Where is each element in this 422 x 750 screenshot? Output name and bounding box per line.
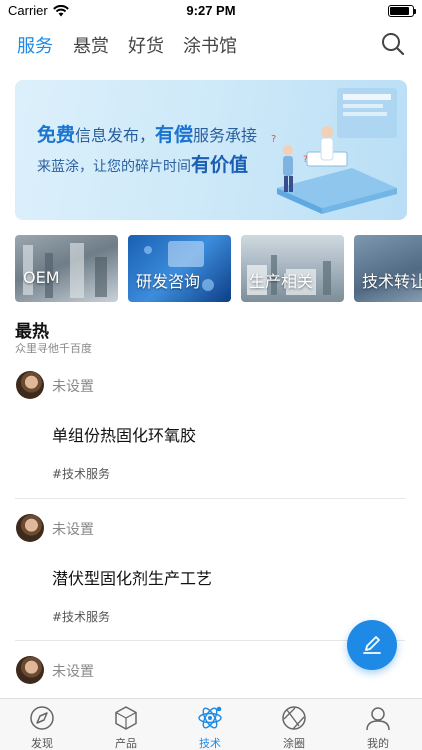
clock: 9:27 PM [186,3,236,18]
banner-paid: 有偿 [155,124,194,146]
banner-subline: 来蓝涂，让您的碎片时间有价值 [37,154,249,176]
battery-level [390,7,409,15]
item-tag[interactable]: #技术服务 [52,465,110,482]
tab-goods[interactable]: 好货 [128,32,164,58]
feed-item[interactable]: 未设置 潜伏型固化剂生产工艺 #技术服务 [0,511,422,641]
tabbar-item-discover[interactable]: 发现 [0,699,84,750]
section-title: 最热 [15,322,49,342]
banner-headline: 免费信息发布，有偿服务承接 [37,124,258,146]
tabbar-label: 发现 [31,737,53,750]
promo-banner[interactable]: 免费信息发布，有偿服务承接 来蓝涂，让您的碎片时间有价值 ? ? [15,80,407,220]
category-card-transfer[interactable]: 技术转让 [354,235,422,302]
hexagon-icon [115,706,137,730]
compose-button[interactable] [347,620,397,670]
tab-bounty[interactable]: 悬赏 [73,32,109,58]
avatar[interactable] [16,656,44,684]
category-label: OEM [23,268,60,287]
avatar[interactable] [16,514,44,542]
tabbar-item-circle[interactable]: 涂圈 [252,699,336,750]
tabbar-label: 涂圈 [283,737,305,750]
category-label: 技术转让 [362,272,422,291]
category-card-rd[interactable]: 研发咨询 [128,235,231,302]
category-card-oem[interactable]: OEM [15,235,118,302]
tabbar-label: 产品 [115,737,137,750]
tabbar-item-products[interactable]: 产品 [84,699,168,750]
divider [15,498,405,499]
status-bar: Carrier 9:27 PM [0,0,422,22]
atom-icon [198,706,222,729]
category-row: OEM 研发咨询 生产相关 技术转让 [15,235,422,302]
tabbar-label: 我的 [367,737,389,750]
item-title[interactable]: 潜伏型固化剂生产工艺 [52,565,212,589]
battery-icon [388,5,416,17]
tab-library[interactable]: 涂书馆 [183,32,237,58]
author-name: 未设置 [52,664,94,680]
banner-illustration: ? ? [271,88,397,214]
svg-text:?: ? [303,155,308,165]
author-name: 未设置 [52,379,94,395]
bottom-tab-bar: 发现 产品 技术 涂圈 我的 [0,698,422,750]
pen-icon [363,636,381,654]
user-icon [366,707,390,731]
category-label: 研发咨询 [136,272,201,291]
author-name: 未设置 [52,522,94,538]
item-tag[interactable]: #技术服务 [52,608,110,625]
avatar[interactable] [16,371,44,399]
tabbar-item-tech[interactable]: 技术 [168,699,252,750]
search-button[interactable] [380,31,406,57]
top-tab-bar: 服务 悬赏 好货 涂书馆 [0,30,422,64]
banner-value: 有价值 [191,154,249,176]
tabbar-item-me[interactable]: 我的 [336,699,420,750]
section-subtitle: 众里寻他千百度 [15,342,92,355]
compass-icon [30,706,54,730]
aperture-icon [282,706,306,730]
category-label: 生产相关 [249,272,314,291]
search-icon [382,33,405,56]
tab-service[interactable]: 服务 [17,32,53,58]
item-title[interactable]: 单组份热固化环氧胶 [52,422,196,446]
category-card-production[interactable]: 生产相关 [241,235,344,302]
tabbar-label: 技术 [199,737,221,750]
svg-text:?: ? [271,134,276,145]
feed-item[interactable]: 未设置 单组份热固化环氧胶 #技术服务 [0,368,422,498]
banner-free: 免费 [37,124,76,146]
